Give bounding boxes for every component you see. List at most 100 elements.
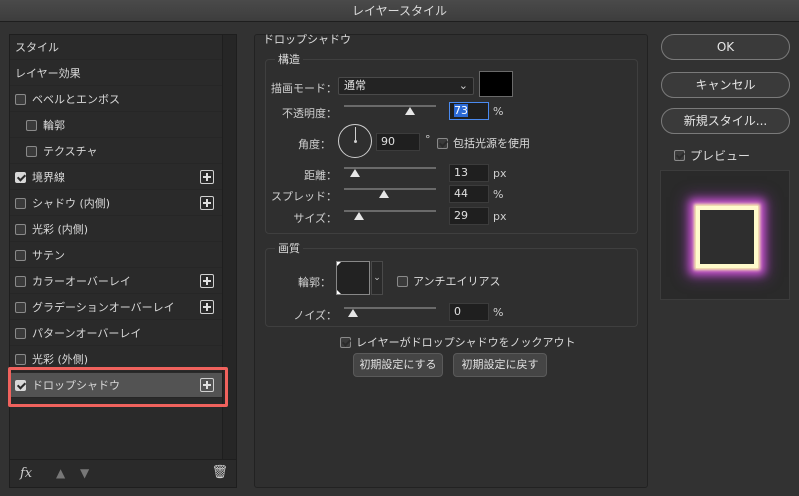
structure-title: 構造 xyxy=(275,51,303,67)
selection-highlight xyxy=(8,367,228,407)
noise-input[interactable]: 0 xyxy=(449,303,489,321)
blend-mode-select[interactable]: 通常 ⌄ xyxy=(338,77,474,95)
move-up-icon[interactable]: ▲ xyxy=(56,466,65,480)
fx-icon[interactable]: fx xyxy=(20,466,32,481)
knockout-label: レイヤーがドロップシャドウをノックアウト xyxy=(356,336,576,349)
opacity-input[interactable]: 73 xyxy=(449,102,489,120)
quality-title: 画質 xyxy=(275,240,303,256)
preview-label: プレビュー xyxy=(690,149,751,163)
list-item-checkbox[interactable] xyxy=(15,275,26,287)
list-item-checkbox[interactable] xyxy=(15,197,26,209)
reset-default-button[interactable]: 初期設定に戻す xyxy=(453,353,547,377)
trash-icon[interactable]: 🗑 xyxy=(211,465,228,480)
distance-label: 距離： xyxy=(304,169,337,182)
size-label: サイズ： xyxy=(293,212,337,225)
list-item[interactable]: カラーオーバーレイ xyxy=(10,269,222,294)
list-item[interactable]: グラデーションオーバーレイ xyxy=(10,295,222,320)
add-effect-icon[interactable] xyxy=(200,274,214,288)
list-item-label: 境界線 xyxy=(32,171,65,184)
spread-input[interactable]: 44 xyxy=(449,185,489,203)
list-item-checkbox[interactable] xyxy=(26,119,37,131)
drop-shadow-panel: ドロップシャドウ 構造 描画モード： 通常 ⌄ 不透明度： 73 % 角度： 9… xyxy=(254,33,648,488)
blend-mode-value: 通常 xyxy=(344,79,366,92)
style-preview xyxy=(660,170,790,300)
knockout-checkbox[interactable]: レイヤーがドロップシャドウをノックアウト xyxy=(340,334,575,350)
size-input[interactable]: 29 xyxy=(449,207,489,225)
antialias-check[interactable] xyxy=(397,275,408,287)
list-item[interactable]: パターンオーバーレイ xyxy=(10,321,222,346)
contour-dropdown[interactable]: ⌄ xyxy=(371,261,383,295)
list-item-label: カラーオーバーレイ xyxy=(32,275,131,288)
list-item[interactable]: 光彩 (内側) xyxy=(10,217,222,242)
noise-slider-knob[interactable] xyxy=(348,309,358,317)
list-item-label: スタイル xyxy=(15,41,59,54)
list-item-label: シャドウ (内側) xyxy=(32,197,111,210)
global-light-label: 包括光源を使用 xyxy=(453,137,530,150)
ok-button[interactable]: OK xyxy=(661,34,790,60)
blend-mode-label: 描画モード： xyxy=(271,82,337,95)
opacity-slider-knob[interactable] xyxy=(405,107,415,115)
antialias-label: アンチエイリアス xyxy=(413,275,501,288)
antialias-checkbox[interactable]: アンチエイリアス xyxy=(397,273,501,289)
add-effect-icon[interactable] xyxy=(200,300,214,314)
list-item-label: レイヤー効果 xyxy=(15,67,81,80)
list-item[interactable]: レイヤー効果 xyxy=(10,61,222,86)
list-item-label: サテン xyxy=(32,249,65,262)
list-item[interactable]: シャドウ (内側) xyxy=(10,191,222,216)
contour-thumbnail[interactable] xyxy=(336,261,370,295)
list-item-checkbox[interactable] xyxy=(15,301,26,313)
shadow-color-swatch[interactable] xyxy=(479,71,513,97)
list-item-label: パターンオーバーレイ xyxy=(32,327,142,340)
spread-label: スプレッド： xyxy=(271,190,337,203)
list-item[interactable]: ベベルとエンボス xyxy=(10,87,222,112)
add-effect-icon[interactable] xyxy=(200,196,214,210)
distance-unit: px xyxy=(493,167,507,180)
noise-unit: % xyxy=(493,306,504,319)
list-item-label: 光彩 (内側) xyxy=(32,223,89,236)
list-item-label: グラデーションオーバーレイ xyxy=(32,301,175,314)
list-item-label: ベベルとエンボス xyxy=(32,93,120,106)
size-unit: px xyxy=(493,210,507,223)
spread-slider-track[interactable] xyxy=(344,188,436,190)
knockout-check[interactable] xyxy=(340,336,351,348)
preview-check[interactable] xyxy=(674,150,685,161)
list-item-label: 光彩 (外側) xyxy=(32,353,89,366)
angle-dial[interactable] xyxy=(338,124,372,158)
new-style-button[interactable]: 新規スタイル... xyxy=(661,108,790,134)
distance-slider-knob[interactable] xyxy=(350,169,360,177)
size-slider-knob[interactable] xyxy=(354,212,364,220)
list-item-checkbox[interactable] xyxy=(15,353,26,365)
window-title: レイヤースタイル xyxy=(0,0,799,22)
global-light-check[interactable] xyxy=(437,137,448,149)
list-item-checkbox[interactable] xyxy=(15,249,26,261)
list-item-checkbox[interactable] xyxy=(15,93,26,105)
list-item[interactable]: スタイル xyxy=(10,35,222,60)
distance-input[interactable]: 13 xyxy=(449,164,489,182)
opacity-slider-track[interactable] xyxy=(344,105,436,107)
angle-input[interactable]: 90 xyxy=(376,133,420,151)
angle-label: 角度： xyxy=(298,138,331,151)
make-default-button[interactable]: 初期設定にする xyxy=(353,353,443,377)
cancel-button[interactable]: キャンセル xyxy=(661,72,790,98)
list-item[interactable]: テクスチャ xyxy=(10,139,222,164)
list-item-checkbox[interactable] xyxy=(15,327,26,339)
spread-unit: % xyxy=(493,188,504,201)
spread-slider-knob[interactable] xyxy=(379,190,389,198)
global-light-checkbox[interactable]: 包括光源を使用 xyxy=(437,135,530,151)
preview-square xyxy=(696,206,758,268)
list-bottom-bar: fx ▲ ▼ 🗑 xyxy=(10,459,236,487)
opacity-label: 不透明度： xyxy=(282,107,337,120)
list-item-checkbox[interactable] xyxy=(26,145,37,157)
opacity-unit: % xyxy=(493,105,504,118)
list-item[interactable]: サテン xyxy=(10,243,222,268)
list-item[interactable]: 境界線 xyxy=(10,165,222,190)
chevron-down-icon: ⌄ xyxy=(458,79,468,92)
list-item-checkbox[interactable] xyxy=(15,171,26,183)
move-down-icon[interactable]: ▼ xyxy=(80,466,89,480)
preview-checkbox[interactable]: プレビュー xyxy=(674,147,750,164)
noise-label: ノイズ： xyxy=(293,309,337,322)
list-item-checkbox[interactable] xyxy=(15,223,26,235)
list-item[interactable]: 輪郭 xyxy=(10,113,222,138)
add-effect-icon[interactable] xyxy=(200,170,214,184)
list-item-label: 輪郭 xyxy=(43,119,65,132)
